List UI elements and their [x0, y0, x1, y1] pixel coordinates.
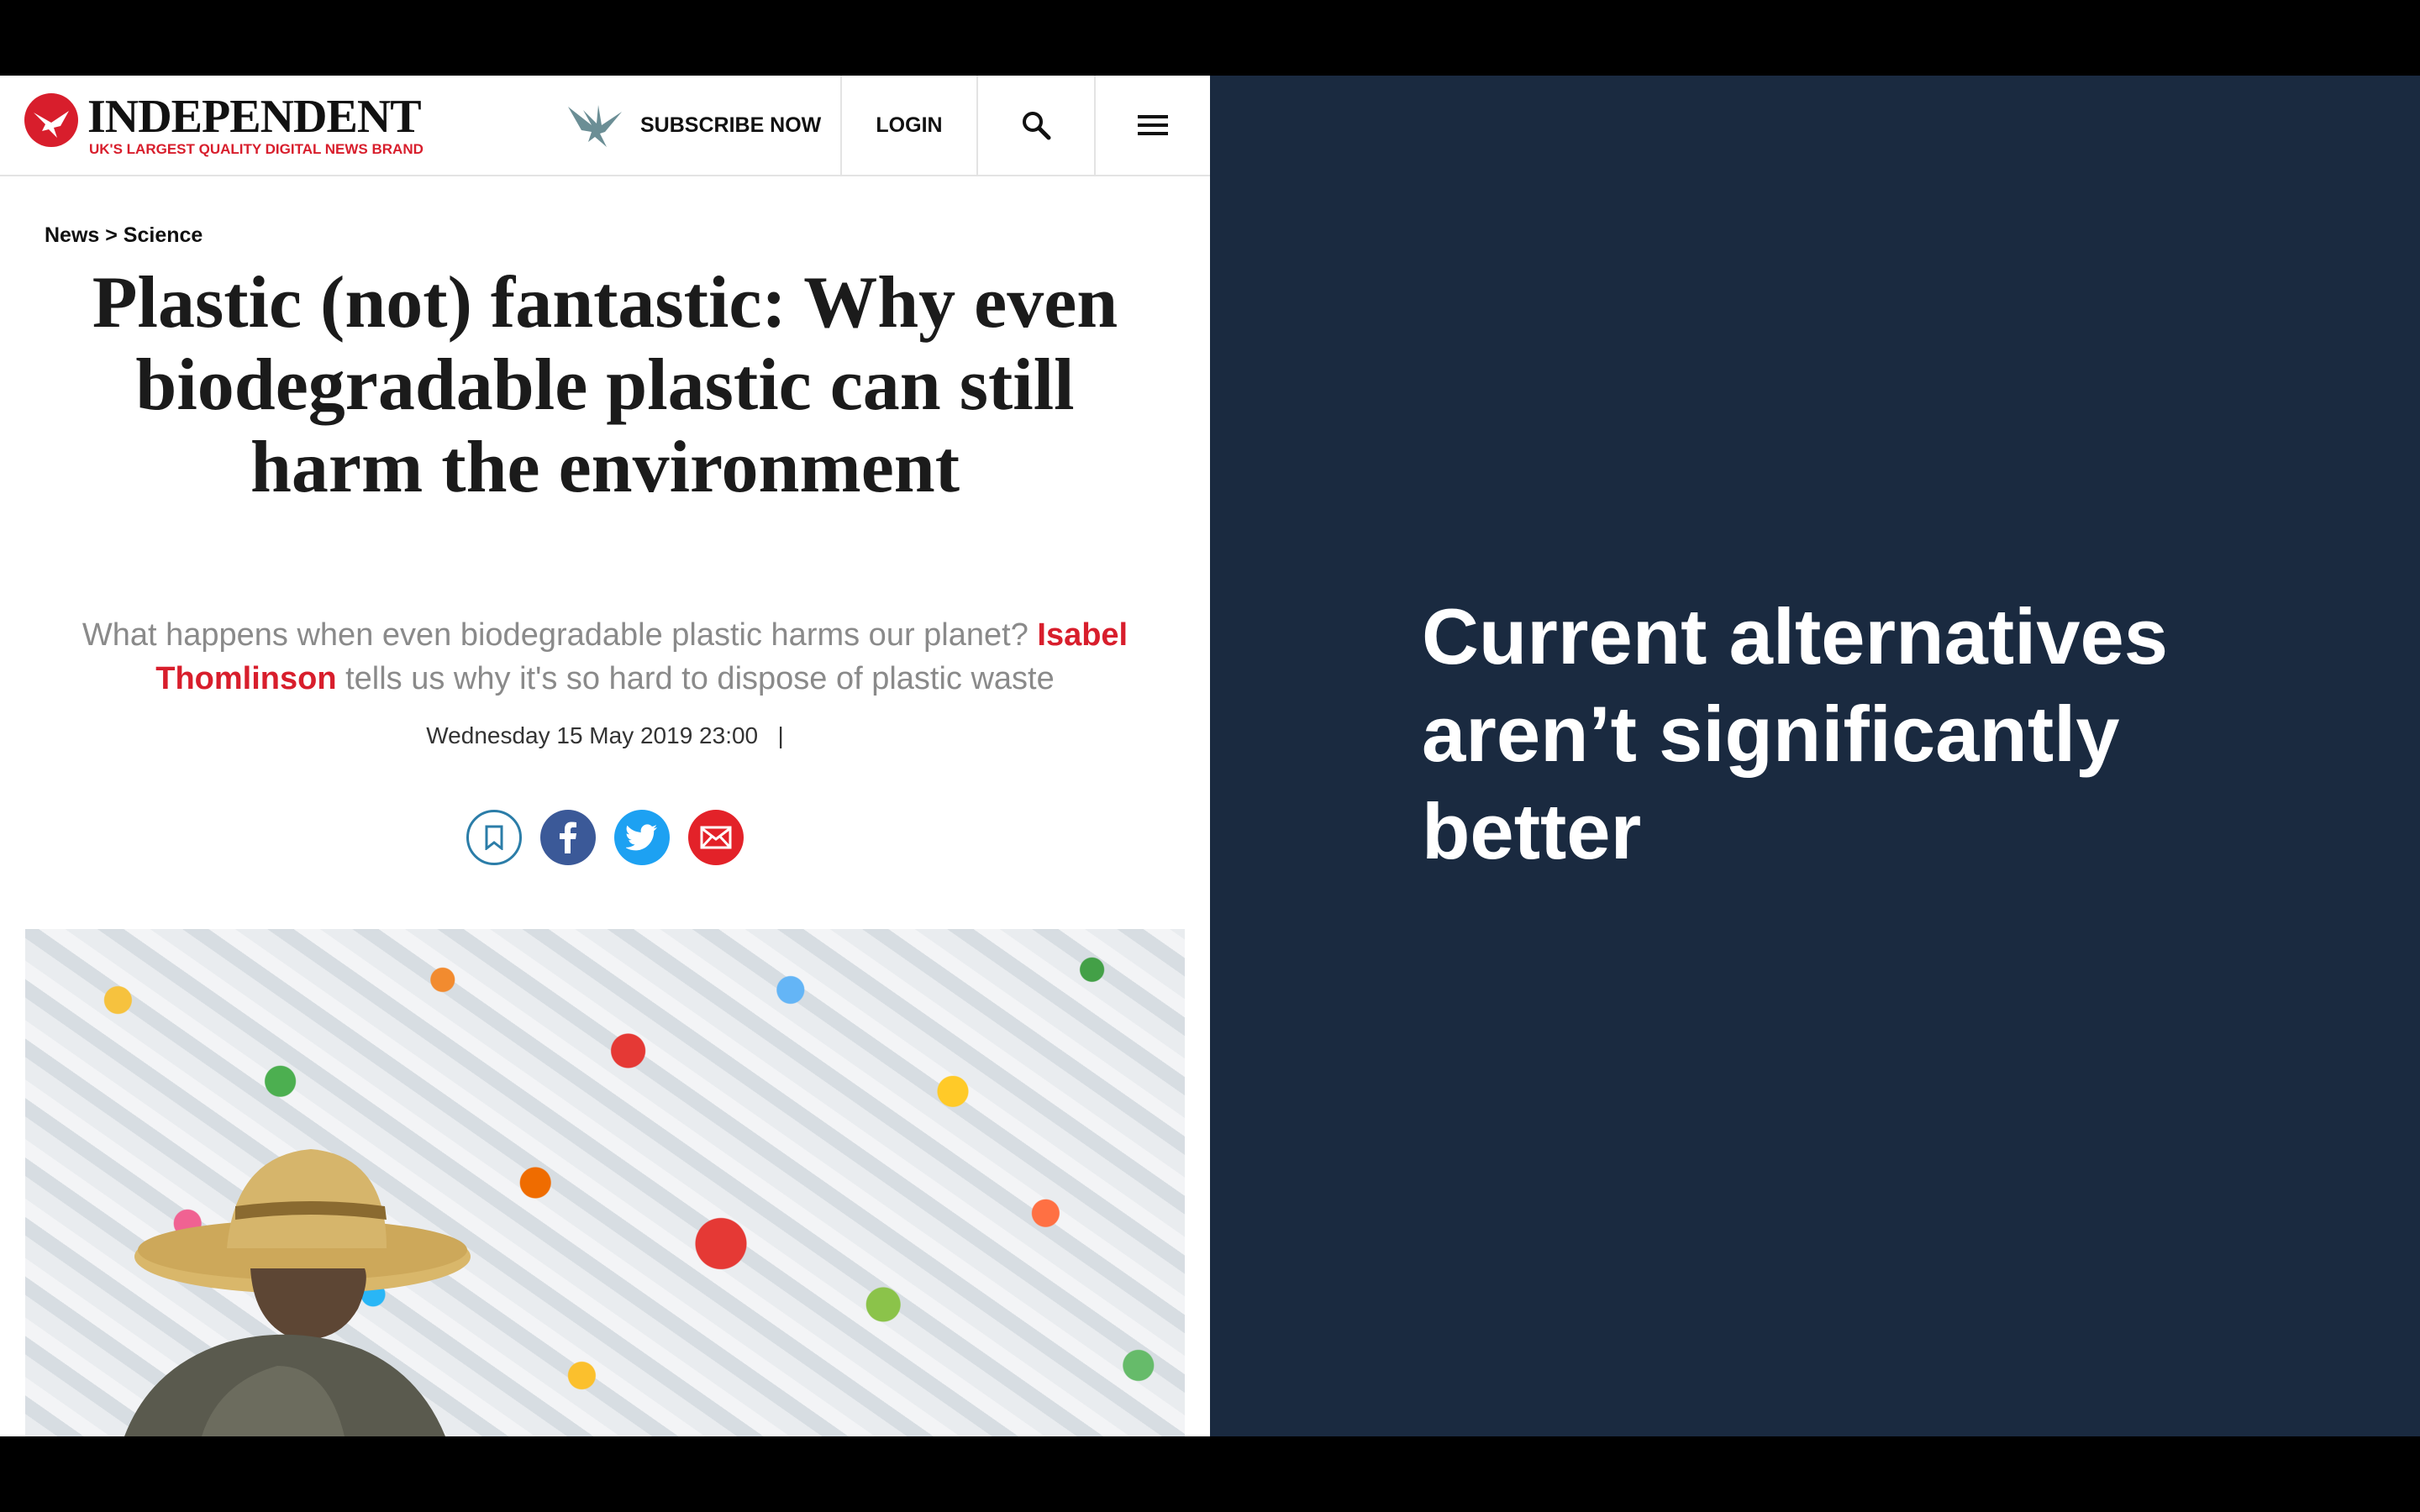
- login-label: LOGIN: [876, 113, 943, 137]
- email-icon: [700, 826, 732, 849]
- article-standfirst: What happens when even biodegradable pla…: [76, 613, 1134, 701]
- site-brand[interactable]: INDEPENDENT UK'S LARGEST QUALITY DIGITAL…: [24, 89, 427, 165]
- publish-date: Wednesday 15 May 2019 23:00: [426, 722, 759, 748]
- slide-caption-line-3: better: [1422, 787, 1642, 875]
- presentation-stage: INDEPENDENT UK'S LARGEST QUALITY DIGITAL…: [0, 76, 2420, 1436]
- article-page: INDEPENDENT UK'S LARGEST QUALITY DIGITAL…: [0, 76, 1210, 1436]
- slide-caption: Current alternatives aren’t significantl…: [1422, 588, 2346, 880]
- hamburger-menu-icon: [1138, 115, 1168, 135]
- share-buttons: [0, 810, 1210, 865]
- worker-with-straw-hat-figure: [124, 1149, 471, 1436]
- eagle-icon: [568, 105, 622, 147]
- article-dateline: Wednesday 15 May 2019 23:00 |: [0, 722, 1210, 749]
- login-button[interactable]: LOGIN: [842, 76, 978, 175]
- bookmark-icon: [485, 825, 503, 850]
- subscribe-button[interactable]: SUBSCRIBE NOW: [566, 76, 842, 175]
- email-share-button[interactable]: [688, 810, 744, 865]
- site-tagline: UK'S LARGEST QUALITY DIGITAL NEWS BRAND: [89, 141, 424, 157]
- search-button[interactable]: [978, 76, 1096, 175]
- twitter-icon: [626, 824, 657, 851]
- twitter-share-button[interactable]: [614, 810, 670, 865]
- standfirst-text-end: tells us why it's so hard to dispose of …: [336, 661, 1055, 696]
- standfirst-text-start: What happens when even biodegradable pla…: [82, 617, 1038, 653]
- article-headline: Plastic (not) fantastic: Why even biodeg…: [92, 262, 1118, 508]
- site-name: INDEPENDENT: [87, 91, 422, 143]
- facebook-share-button[interactable]: [540, 810, 596, 865]
- hero-image: [25, 929, 1185, 1436]
- search-icon: [1023, 112, 1051, 140]
- slide-caption-line-2: aren’t significantly: [1422, 690, 2120, 778]
- slide-caption-line-1: Current alternatives: [1422, 592, 2169, 680]
- date-separator: |: [777, 722, 784, 748]
- menu-button[interactable]: [1096, 76, 1210, 175]
- slide-panel: Current alternatives aren’t significantl…: [1210, 76, 2420, 1436]
- site-header: INDEPENDENT UK'S LARGEST QUALITY DIGITAL…: [0, 76, 1210, 176]
- facebook-icon: [560, 822, 576, 853]
- bookmark-button[interactable]: [466, 810, 522, 865]
- eagle-logo-icon: [24, 93, 78, 147]
- subscribe-label: SUBSCRIBE NOW: [640, 113, 822, 137]
- breadcrumb[interactable]: News > Science: [45, 223, 203, 248]
